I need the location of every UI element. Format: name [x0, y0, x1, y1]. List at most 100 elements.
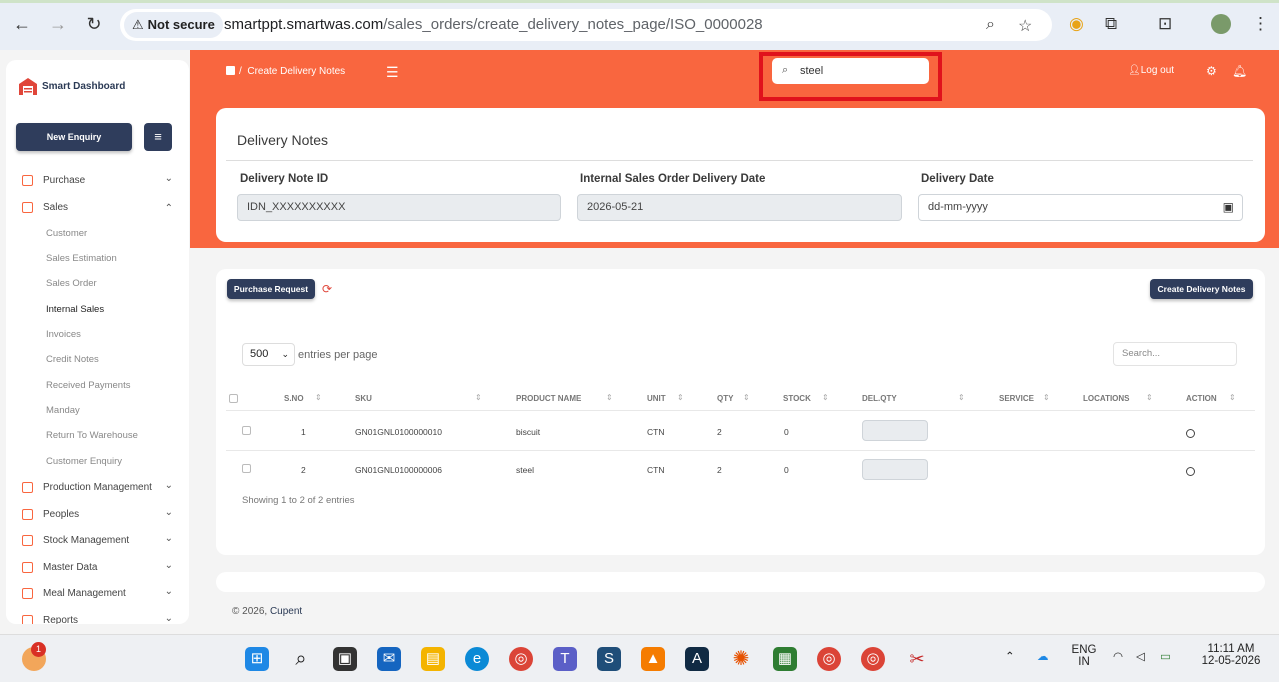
action-radio[interactable] [1186, 429, 1195, 438]
bell-icon[interactable]: 🔔︎ [1232, 64, 1247, 78]
puzzle-icon[interactable]: ⧉ [1105, 14, 1117, 34]
sidebar-item-production-management[interactable]: Production Management ⌄ [6, 475, 189, 501]
forward-icon[interactable]: → [48, 14, 68, 34]
sidebar-subitem-customer[interactable]: Customer [46, 228, 87, 239]
sort-icon[interactable]: ⇕ [475, 393, 482, 402]
sort-icon[interactable]: ⇕ [958, 393, 965, 402]
vlc-icon[interactable]: ▲ [641, 647, 665, 671]
chrome-active-icon[interactable]: ◎ [861, 647, 885, 671]
column-header-sku[interactable]: SKU [355, 394, 372, 403]
hamburger-icon[interactable]: ☰ [386, 64, 399, 81]
chevron-up-icon[interactable]: ⌃ [1005, 649, 1015, 663]
security-chip[interactable]: ⚠ Not secure [124, 12, 223, 38]
sql-icon[interactable]: S [597, 647, 621, 671]
sidebar-item-stock-management[interactable]: Stock Management ⌄ [6, 528, 189, 554]
language-indicator[interactable]: ENG IN [1070, 644, 1098, 668]
cell-unit: CTN [647, 427, 665, 437]
logout-link[interactable]: 👤︎Log out [1128, 65, 1174, 76]
sort-icon[interactable]: ⇕ [743, 393, 750, 402]
column-header-action[interactable]: ACTION [1186, 394, 1217, 403]
del-qty-input[interactable] [862, 459, 928, 480]
sidebar-subitem-manday[interactable]: Manday [46, 405, 80, 416]
column-header-locations[interactable]: LOCATIONS [1083, 394, 1130, 403]
chrome-profile-icon[interactable]: ◎ [817, 647, 841, 671]
task-view-icon[interactable]: ▣ [333, 647, 357, 671]
sort-icon[interactable]: ⇕ [677, 393, 684, 402]
sort-icon[interactable]: ⇕ [1229, 393, 1236, 402]
column-header-unit[interactable]: UNIT [647, 394, 666, 403]
app-a-icon[interactable]: A [685, 647, 709, 671]
column-header-stock[interactable]: STOCK [783, 394, 811, 403]
app-grid-icon[interactable]: ▦ [773, 647, 797, 671]
sidebar-subitem-customer-enquiry[interactable]: Customer Enquiry [46, 456, 122, 467]
clock[interactable]: 11:11 AM 12-05-2026 [1196, 643, 1266, 667]
calendar-icon[interactable]: ▣ [1223, 195, 1234, 220]
action-radio[interactable] [1186, 467, 1195, 476]
back-icon[interactable]: ← [12, 14, 32, 34]
tab-search-icon[interactable]: ⊡ [1158, 14, 1172, 34]
file-explorer-icon[interactable]: ▤ [421, 647, 445, 671]
column-header-service[interactable]: SERVICE [999, 394, 1034, 403]
snipping-tool-icon[interactable]: ✂ [905, 647, 929, 671]
global-search[interactable]: ⌕ [772, 58, 929, 84]
kebab-menu-icon[interactable]: ⋮ [1252, 14, 1269, 34]
sidebar-subitem-received-payments[interactable]: Received Payments [46, 380, 130, 391]
sidebar-item-reports[interactable]: Reports ⌄ [6, 608, 189, 624]
onedrive-icon[interactable]: ☁ [1037, 649, 1049, 663]
row-checkbox[interactable] [242, 426, 251, 435]
sidebar-item-master-data[interactable]: Master Data ⌄ [6, 555, 189, 581]
row-checkbox[interactable] [242, 464, 251, 473]
sidebar-item-meal-management[interactable]: Meal Management ⌄ [6, 581, 189, 607]
sort-icon[interactable]: ⇕ [1043, 393, 1050, 402]
battery-icon[interactable]: ▭ [1160, 649, 1171, 663]
column-header-sno[interactable]: S.NO [284, 394, 304, 403]
purchase-request-button[interactable]: Purchase Request [227, 279, 315, 299]
gear-icon[interactable]: ⚙ [1206, 64, 1217, 78]
extension-icon[interactable]: ◉ [1069, 14, 1084, 34]
url-text[interactable]: smartppt.smartwas.com/sales_orders/creat… [224, 16, 763, 33]
sidebar-subitem-invoices[interactable]: Invoices [46, 329, 81, 340]
entries-per-page-value: 500 [250, 348, 269, 360]
sidebar-subitem-sales-estimation[interactable]: Sales Estimation [46, 253, 117, 264]
chrome-icon[interactable]: ◎ [509, 647, 533, 671]
refresh-icon[interactable]: ⟳ [322, 282, 332, 296]
sidebar-item-purchase[interactable]: Purchase ⌄ [6, 168, 189, 194]
menu-list-button[interactable]: ≡ [144, 123, 172, 151]
profile-avatar[interactable] [1211, 14, 1231, 34]
outlook-icon[interactable]: ✉ [377, 647, 401, 671]
sidebar-subitem-return-to-warehouse[interactable]: Return To Warehouse [46, 430, 138, 441]
bookmark-star-icon[interactable]: ☆ [1018, 16, 1032, 36]
sort-icon[interactable]: ⇕ [606, 393, 613, 402]
app-burst-icon[interactable]: ✺ [729, 647, 753, 671]
column-header-product-name[interactable]: PRODUCT NAME [516, 394, 581, 403]
sidebar-item-sales[interactable]: Sales ⌃ [6, 195, 189, 221]
edge-icon[interactable]: e [465, 647, 489, 671]
taskbar-search-icon[interactable]: ⌕ [289, 647, 313, 671]
column-header-qty[interactable]: QTY [717, 394, 733, 403]
sidebar-subitem-internal-sales[interactable]: Internal Sales [46, 304, 104, 315]
teams-icon[interactable]: T [553, 647, 577, 671]
column-header-del-qty[interactable]: DEL.QTY [862, 394, 897, 403]
sidebar-subitem-credit-notes[interactable]: Credit Notes [46, 354, 99, 365]
table-search-input[interactable]: Search... [1113, 342, 1237, 366]
sort-icon[interactable]: ⇕ [1146, 393, 1153, 402]
new-enquiry-button[interactable]: New Enquiry [16, 123, 132, 151]
volume-icon[interactable]: ◁ [1136, 649, 1145, 663]
address-bar[interactable]: ⚠ Not secure smartppt.smartwas.com/sales_… [120, 9, 1052, 41]
sidebar-item-peoples[interactable]: Peoples ⌄ [6, 502, 189, 528]
sidebar-subitem-sales-order[interactable]: Sales Order [46, 278, 97, 289]
zoom-icon[interactable]: ⌕ [986, 16, 995, 34]
home-icon[interactable] [226, 66, 235, 75]
select-all-checkbox[interactable] [229, 394, 238, 403]
wifi-icon[interactable]: ◠ [1113, 649, 1123, 663]
create-delivery-notes-button[interactable]: Create Delivery Notes [1150, 279, 1253, 299]
del-qty-input[interactable] [862, 420, 928, 441]
global-search-input[interactable] [800, 63, 920, 79]
reload-icon[interactable]: ↻ [84, 14, 104, 34]
entries-per-page-select[interactable]: 500 ⌄ [242, 343, 295, 366]
delivery-date-input[interactable]: dd-mm-yyyy ▣ [918, 194, 1243, 221]
sort-icon[interactable]: ⇕ [315, 393, 322, 402]
footer-company-link[interactable]: Cupent [270, 606, 302, 617]
start-windows-icon[interactable]: ⊞ [245, 647, 269, 671]
sort-icon[interactable]: ⇕ [822, 393, 829, 402]
